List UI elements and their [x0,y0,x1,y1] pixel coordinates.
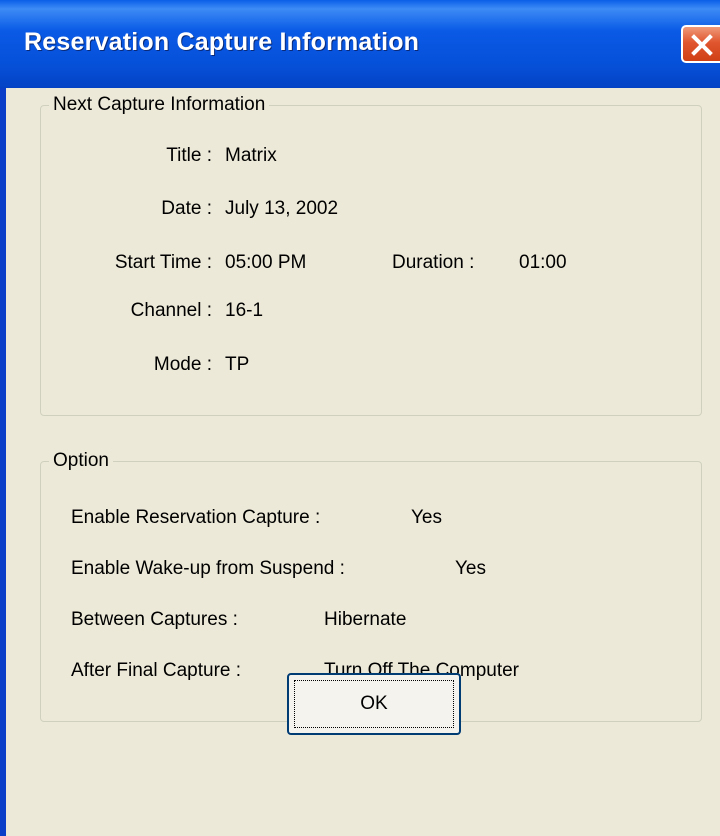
ok-button[interactable]: OK [287,673,461,735]
close-button[interactable] [681,25,720,63]
channel-value: 16-1 [225,300,264,321]
mode-label: Mode : [153,354,212,375]
next-capture-legend: Next Capture Information [53,94,266,115]
mode-value: TP [225,354,250,375]
between-captures-label: Between Captures : [71,609,238,630]
duration-label: Duration : [392,252,475,273]
start-time-label: Start Time : [114,252,212,273]
enable-reservation-value: Yes [411,507,442,528]
duration-value: 01:00 [519,252,567,273]
title-value: Matrix [225,145,277,166]
ok-button-label: OK [294,680,454,728]
dialog-window: Reservation Capture Information Next Cap… [0,0,720,836]
window-title: Reservation Capture Information [24,28,420,56]
channel-label: Channel : [130,300,212,321]
date-value: July 13, 2002 [225,198,339,219]
option-legend: Option [53,450,109,471]
close-icon [691,34,713,56]
start-time-value: 05:00 PM [225,252,307,273]
enable-wakeup-label: Enable Wake-up from Suspend : [71,558,345,579]
between-captures-value: Hibernate [324,609,407,630]
title-label: Title : [166,145,212,166]
after-final-label: After Final Capture : [71,660,242,681]
enable-wakeup-value: Yes [455,558,486,579]
date-label: Date : [161,198,212,219]
title-bar[interactable]: Reservation Capture Information [0,0,720,88]
enable-reservation-label: Enable Reservation Capture : [71,507,321,528]
